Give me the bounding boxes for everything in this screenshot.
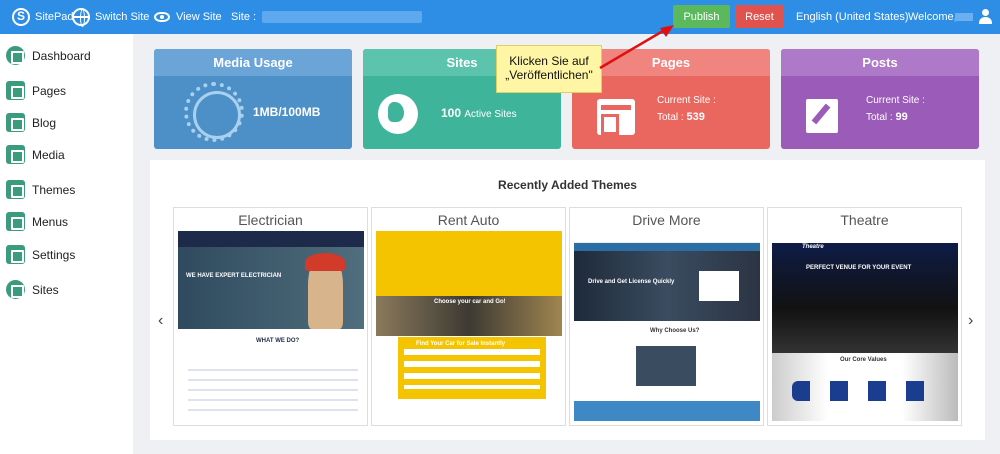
sidebar-item-sites[interactable]: Sites — [6, 280, 59, 299]
callout-line-2: „Veröffentlichen" — [505, 68, 593, 82]
theme-name: Rent Auto — [437, 211, 500, 228]
eye-icon — [154, 12, 170, 22]
sites-count: 100 Active Sites — [441, 106, 517, 120]
sidebar-item-label: Menus — [32, 214, 69, 229]
pages-icon — [6, 81, 25, 100]
logo-label: SitePad — [35, 11, 74, 23]
globe-icon — [378, 94, 418, 134]
sidebar-item-themes[interactable]: Themes — [6, 180, 75, 199]
total-label: Total : — [657, 112, 684, 123]
page-icon — [597, 99, 635, 135]
card-title: Media Usage — [154, 49, 352, 76]
callout-line-1: Klicken Sie auf — [509, 54, 589, 68]
sidebar-item-label: Blog — [32, 115, 57, 130]
language-selector[interactable]: English (United States) — [796, 11, 909, 23]
theme-thumbnail: Choose your car and Go! Find Your Car fo… — [376, 231, 562, 421]
current-site-label: Current Site : — [866, 95, 925, 106]
theme-thumbnail: Theatre PERFECT VENUE FOR YOUR EVENT Our… — [772, 231, 958, 421]
current-site-label: Current Site : — [657, 95, 716, 106]
media-usage-value: 1MB/100MB — [253, 105, 321, 119]
gear-icon — [6, 245, 25, 264]
theme-name: Electrician — [238, 211, 303, 228]
annotation-callout: Klicken Sie auf „Veröffentlichen" — [496, 45, 602, 93]
username-redacted — [955, 13, 973, 21]
sitepad-logo[interactable]: SitePad — [12, 8, 74, 26]
pages-total: Total : 539 — [657, 111, 705, 123]
theme-thumbnail: WE HAVE EXPERT ELECTRICIAN WHAT WE DO? — [178, 231, 364, 421]
theme-card-theatre[interactable]: Theatre Theatre PERFECT VENUE FOR YOUR E… — [767, 207, 962, 426]
theme-name: Theatre — [840, 211, 889, 228]
posts-total: Total : 99 — [866, 111, 908, 123]
sidebar-item-label: Media — [32, 147, 65, 162]
sidebar: Dashboard Pages Blog Media Themes Menus … — [0, 34, 133, 454]
sidebar-item-media[interactable]: Media — [6, 145, 65, 164]
theme-card-electrician[interactable]: Electrician WE HAVE EXPERT ELECTRICIAN W… — [173, 207, 368, 426]
menus-icon — [6, 212, 25, 231]
user-icon[interactable] — [979, 9, 992, 25]
thumb-hero-text: WE HAVE EXPERT ELECTRICIAN — [186, 273, 282, 279]
annotation-arrow-line — [599, 26, 669, 70]
thumb-hero-text: Choose your car and Go! — [434, 299, 506, 305]
sidebar-item-label: Settings — [32, 247, 76, 262]
theme-thumbnail: Drive and Get License Quickly Why Choose… — [574, 231, 760, 421]
annotation-arrow-head — [660, 25, 674, 37]
welcome-text: Welcome, — [908, 11, 957, 23]
card-title: Posts — [781, 49, 979, 76]
theme-card-rent-auto[interactable]: Rent Auto Choose your car and Go! Find Y… — [371, 207, 566, 426]
sidebar-item-settings[interactable]: Settings — [6, 245, 75, 264]
media-usage-card: Media Usage 1MB/100MB — [154, 49, 352, 149]
thumb-form-text: Find Your Car for Sale Instantly — [416, 341, 506, 347]
pages-total-value: 539 — [686, 111, 705, 123]
publish-button[interactable]: Publish — [673, 5, 730, 28]
theme-name: Drive More — [632, 211, 701, 228]
thumb-section-text: Why Choose Us? — [650, 328, 700, 334]
thumb-section-text: Our Core Values — [840, 357, 887, 363]
globe-icon — [72, 8, 90, 27]
annotation-arrow — [599, 25, 674, 70]
sidebar-item-label: Sites — [32, 282, 59, 297]
theme-card-drive-more[interactable]: Drive More Drive and Get License Quickly… — [569, 207, 764, 426]
carousel-next-arrow[interactable]: › — [968, 312, 973, 330]
sidebar-item-menus[interactable]: Menus — [6, 212, 68, 231]
thumb-hero-text: Drive and Get License Quickly — [588, 279, 675, 285]
sidebar-item-dashboard[interactable]: Dashboard — [6, 46, 91, 65]
sites-count-value: 100 — [441, 106, 462, 120]
media-icon — [6, 145, 25, 164]
recently-added-themes-panel: Recently Added Themes ‹ › Electrician WE… — [150, 160, 985, 440]
reset-button[interactable]: Reset — [735, 5, 784, 28]
site-url-redacted — [262, 11, 423, 23]
view-site-label: View Site — [176, 11, 222, 23]
sidebar-item-pages[interactable]: Pages — [6, 81, 66, 100]
sidebar-item-label: Themes — [32, 182, 76, 197]
dashboard-icon — [6, 46, 25, 65]
thumb-logo-text: Theatre — [802, 244, 824, 250]
themes-icon — [6, 180, 25, 199]
switch-site-label: Switch Site — [95, 11, 150, 23]
media-usage-gauge — [184, 82, 244, 142]
blog-icon — [6, 113, 25, 132]
posts-total-value: 99 — [895, 111, 908, 123]
total-label: Total : — [866, 112, 893, 123]
carousel-prev-arrow[interactable]: ‹ — [158, 312, 163, 330]
sidebar-item-label: Pages — [32, 83, 67, 98]
themes-heading: Recently Added Themes — [498, 178, 637, 192]
sites-count-label: Active Sites — [464, 109, 517, 120]
globe-icon — [6, 280, 25, 299]
posts-card: Posts Current Site : Total : 99 — [781, 49, 979, 149]
sidebar-item-label: Dashboard — [32, 48, 91, 63]
view-site-link[interactable]: View Site — [154, 11, 222, 23]
sitepad-logo-icon — [12, 8, 30, 26]
switch-site-link[interactable]: Switch Site — [72, 8, 150, 27]
thumb-section-text: WHAT WE DO? — [256, 338, 300, 344]
top-bar: SitePad Switch Site View Site Site : Pub… — [0, 0, 1000, 34]
site-label: Site : — [231, 11, 257, 23]
sidebar-item-blog[interactable]: Blog — [6, 113, 56, 132]
edit-icon — [806, 99, 838, 133]
thumb-hero-text: PERFECT VENUE FOR YOUR EVENT — [806, 265, 912, 271]
site-indicator: Site : — [231, 11, 423, 23]
